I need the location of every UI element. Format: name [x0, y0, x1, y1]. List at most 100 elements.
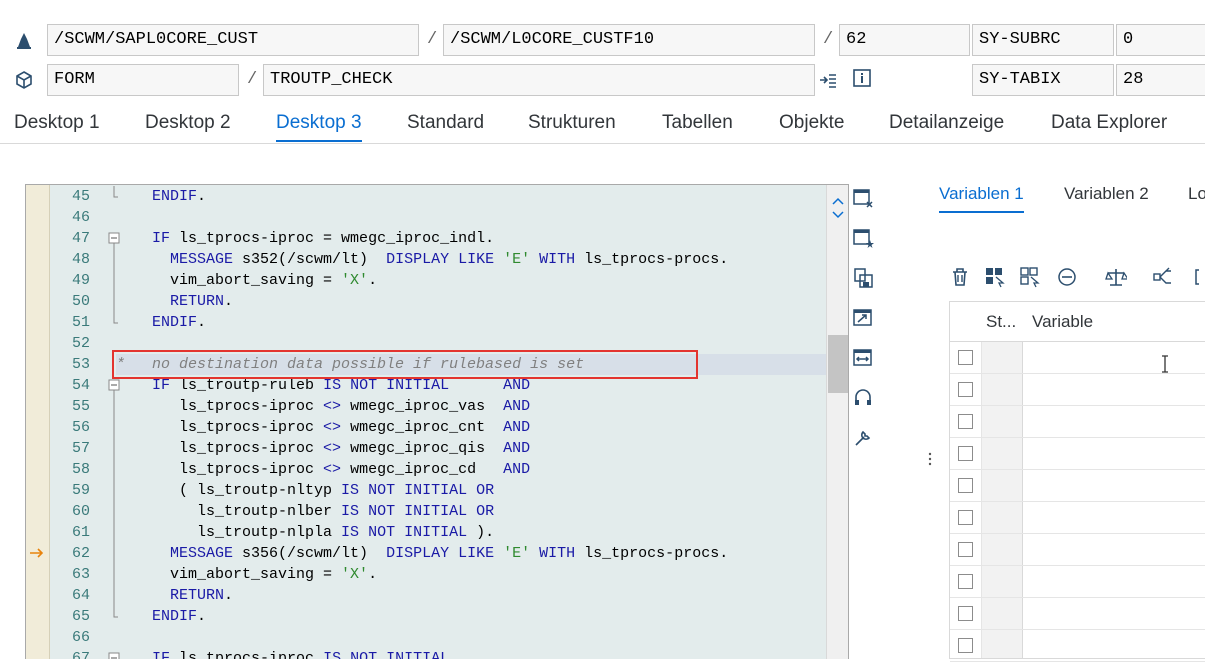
fold-toggle-icon[interactable] — [108, 648, 120, 659]
navigate-to-icon[interactable] — [818, 70, 838, 90]
tab-data-explorer[interactable]: Data Explorer — [1051, 112, 1167, 140]
headset-icon[interactable] — [852, 387, 874, 409]
table-header: St... Variable — [950, 302, 1205, 342]
code-line[interactable]: IF ls_tprocs-iproc IS NOT INITIAL — [116, 648, 848, 659]
line-number: 57 — [71, 440, 90, 457]
code-line[interactable]: ls_troutp-nlpla IS NOT INITIAL ). — [116, 522, 848, 543]
table-row[interactable] — [950, 630, 1205, 662]
code-line[interactable]: ENDIF. — [116, 186, 848, 207]
close-window-icon[interactable] — [852, 187, 874, 209]
scroll-down-icon[interactable] — [832, 207, 844, 225]
table-row[interactable] — [950, 502, 1205, 534]
code-line[interactable]: ENDIF. — [116, 606, 848, 627]
code-line[interactable]: MESSAGE s356(/scwm/lt) DISPLAY LIKE 'E' … — [116, 543, 848, 564]
text-cursor-icon — [1160, 354, 1170, 379]
save-layout-icon[interactable] — [852, 267, 874, 289]
row-checkbox[interactable] — [958, 638, 973, 653]
row-checkbox[interactable] — [958, 574, 973, 589]
row-checkbox[interactable] — [958, 606, 973, 621]
sys-field-name-1[interactable]: SY-SUBRC — [972, 24, 1114, 56]
line-number: 52 — [71, 335, 90, 352]
code-line[interactable]: RETURN. — [116, 585, 848, 606]
object-type-field[interactable]: FORM — [47, 64, 239, 96]
code-line[interactable]: ls_tprocs-iproc <> wmegc_iproc_qis AND — [116, 438, 848, 459]
line-number: 49 — [71, 272, 90, 289]
row-checkbox[interactable] — [958, 414, 973, 429]
code-line[interactable]: vim_abort_saving = 'X'. — [116, 270, 848, 291]
scrollbar-thumb[interactable] — [828, 335, 848, 393]
table-row[interactable] — [950, 438, 1205, 470]
code-line[interactable]: ls_troutp-nlber IS NOT INITIAL OR — [116, 501, 848, 522]
column-header-status[interactable]: St... — [986, 312, 1016, 332]
code-line[interactable]: ls_tprocs-iproc <> wmegc_iproc_cd AND — [116, 459, 848, 480]
line-number-field[interactable]: 62 — [839, 24, 970, 56]
highlighted-comment-box — [112, 350, 698, 379]
line-number: 62 — [71, 545, 90, 562]
delete-icon[interactable] — [949, 266, 971, 288]
new-window-icon[interactable] — [852, 227, 874, 249]
row-checkbox[interactable] — [958, 478, 973, 493]
include-field[interactable]: /SCWM/L0CORE_CUSTF10 — [443, 24, 815, 56]
column-header-variable[interactable]: Variable — [1032, 312, 1093, 332]
tab-standard[interactable]: Standard — [407, 112, 484, 140]
row-checkbox[interactable] — [958, 382, 973, 397]
tab-desktop-3[interactable]: Desktop 3 — [276, 112, 362, 142]
resize-horizontal-icon[interactable] — [852, 347, 874, 369]
more-tools-icon[interactable] — [1193, 266, 1205, 288]
line-number: 65 — [71, 608, 90, 625]
table-row[interactable] — [950, 406, 1205, 438]
cube-icon — [14, 70, 34, 90]
vertical-scrollbar[interactable] — [826, 185, 848, 659]
table-row[interactable] — [950, 534, 1205, 566]
compare-icon[interactable] — [1105, 266, 1130, 288]
pane-splitter[interactable] — [925, 184, 933, 659]
source-code-editor[interactable]: 45 46 47 48 49 50 51 52 53 54 55 56 57 58 59 60 61 62 63 64… — [25, 184, 849, 659]
row-checkbox[interactable] — [958, 350, 973, 365]
code-area[interactable]: ENDIF. IF ls_tprocs-iproc = wmegc_iproc_… — [116, 185, 826, 659]
table-row[interactable] — [950, 598, 1205, 630]
tab-variablen-2[interactable]: Variablen 2 — [1064, 184, 1149, 204]
select-all-icon[interactable] — [984, 266, 1006, 288]
code-line[interactable]: vim_abort_saving = 'X'. — [116, 564, 848, 585]
code-line[interactable]: ls_tprocs-iproc <> wmegc_iproc_vas AND — [116, 396, 848, 417]
fold-guide — [108, 606, 120, 632]
tab-variablen-1[interactable]: Variablen 1 — [939, 184, 1024, 213]
code-line[interactable]: MESSAGE s352(/scwm/lt) DISPLAY LIKE 'E' … — [116, 249, 848, 270]
remove-icon[interactable] — [1056, 266, 1078, 288]
code-line[interactable] — [116, 627, 848, 648]
line-number: 66 — [71, 629, 90, 646]
tab-lo[interactable]: Lo — [1188, 184, 1205, 204]
tab-desktop-1[interactable]: Desktop 1 — [14, 112, 100, 140]
row-checkbox[interactable] — [958, 446, 973, 461]
line-number: 56 — [71, 419, 90, 436]
code-line[interactable]: ( ls_troutp-nltyp IS NOT INITIAL OR — [116, 480, 848, 501]
table-row[interactable] — [950, 566, 1205, 598]
row-checkbox[interactable] — [958, 542, 973, 557]
breakpoint-gutter[interactable] — [26, 185, 50, 659]
tab-tabellen[interactable]: Tabellen — [662, 112, 733, 140]
code-line[interactable]: ls_tprocs-iproc <> wmegc_iproc_cnt AND — [116, 417, 848, 438]
sys-field-value-1[interactable]: 0 — [1116, 24, 1205, 56]
tab-objekte[interactable]: Objekte — [779, 112, 844, 140]
code-line[interactable] — [116, 207, 848, 228]
line-number: 59 — [71, 482, 90, 499]
wrench-icon[interactable] — [852, 427, 874, 449]
line-number: 55 — [71, 398, 90, 415]
program-icon — [14, 31, 34, 51]
code-line[interactable]: RETURN. — [116, 291, 848, 312]
tab-detailanzeige[interactable]: Detailanzeige — [889, 112, 1004, 140]
sys-field-name-2[interactable]: SY-TABIX — [972, 64, 1114, 96]
tab-desktop-2[interactable]: Desktop 2 — [145, 112, 231, 140]
code-line[interactable]: IF ls_tprocs-iproc = wmegc_iproc_indl. — [116, 228, 848, 249]
split-icon[interactable] — [1152, 266, 1174, 288]
maximize-icon[interactable] — [852, 307, 874, 329]
program-field[interactable]: /SCWM/SAPL0CORE_CUST — [47, 24, 419, 56]
info-icon[interactable] — [852, 68, 872, 88]
code-line[interactable]: ENDIF. — [116, 312, 848, 333]
sys-field-value-2[interactable]: 28 — [1116, 64, 1205, 96]
object-name-field[interactable]: TROUTP_CHECK — [263, 64, 815, 96]
table-row[interactable] — [950, 470, 1205, 502]
tab-strukturen[interactable]: Strukturen — [528, 112, 616, 140]
row-checkbox[interactable] — [958, 510, 973, 525]
deselect-all-icon[interactable] — [1019, 266, 1041, 288]
